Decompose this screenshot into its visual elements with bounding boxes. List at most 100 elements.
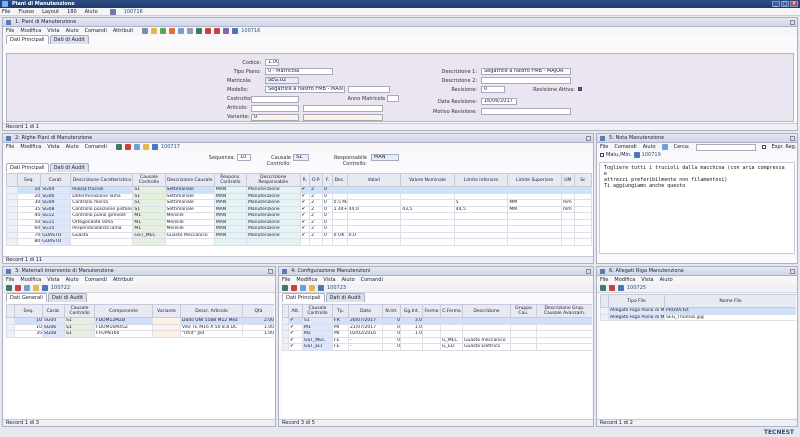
table-cell[interactable] <box>164 238 215 246</box>
maiu-min-checkbox[interactable] <box>600 153 604 157</box>
column-header[interactable]: Sc <box>573 173 592 187</box>
column-header[interactable]: Att. <box>288 304 303 318</box>
column-header[interactable]: UM <box>560 173 575 187</box>
table-cell[interactable]: S1 <box>64 330 95 338</box>
add-icon[interactable] <box>6 285 12 291</box>
undo-icon[interactable] <box>223 28 230 34</box>
filter-icon[interactable] <box>142 144 149 150</box>
panel-maximize-icon[interactable] <box>790 269 795 274</box>
table-cell[interactable] <box>422 343 441 351</box>
link-icon[interactable] <box>151 144 158 150</box>
tab-dati-audit[interactable]: Dati di Audit <box>49 163 89 172</box>
table-row[interactable]: 80 GUASTO <box>6 238 592 246</box>
piani-menu-vista[interactable]: Vista <box>47 28 59 34</box>
tipo-select[interactable]: 0 - Matricola <box>265 68 333 75</box>
table-cell[interactable]: Vite TE M16 X 50 8.8 DC <box>180 323 243 331</box>
tab-dati-principali[interactable]: Dati Principali <box>6 35 49 44</box>
column-header[interactable]: Tp. <box>332 304 349 318</box>
modello-extra-field[interactable] <box>348 86 390 93</box>
materiali-menu-file[interactable]: File <box>6 277 14 283</box>
column-header[interactable]: Seq. <box>14 304 43 318</box>
righe-menu-file[interactable]: File <box>6 144 14 150</box>
delete-icon[interactable] <box>205 28 212 34</box>
panel-maximize-icon[interactable] <box>790 136 795 141</box>
piani-menu-comandi[interactable]: Comandi <box>85 28 107 34</box>
table-cell[interactable]: Allegato Riga Piano di Man <box>608 307 665 315</box>
materiali-menu-aiuto[interactable]: Aiuto <box>66 277 79 283</box>
table-cell[interactable]: Controllo piano girevole <box>70 212 134 220</box>
tab-dati-audit[interactable]: Dati di Audit <box>47 293 88 302</box>
table-cell[interactable] <box>400 238 455 246</box>
righe-menu-modifica[interactable]: Modifica <box>20 144 41 150</box>
save-icon[interactable] <box>178 28 185 34</box>
responsabile-field[interactable]: MAN <box>371 154 399 161</box>
table-cell[interactable]: - <box>348 343 383 351</box>
table-cell[interactable] <box>132 238 166 246</box>
table-cell[interactable] <box>346 238 402 246</box>
column-header[interactable]: R. <box>299 173 311 187</box>
table-cell[interactable] <box>309 238 324 246</box>
righe-menu-comandi[interactable]: Comandi <box>85 144 107 150</box>
menu-aiuto[interactable]: Aiuto <box>85 9 98 15</box>
column-header[interactable]: Descrizione Responsabile <box>245 173 301 187</box>
table-cell[interactable] <box>510 343 537 351</box>
espr-reg-checkbox[interactable] <box>761 145 766 149</box>
home-icon[interactable] <box>109 8 116 15</box>
column-header[interactable]: Gruppo Cau. <box>510 304 537 318</box>
piani-menu-file[interactable]: File <box>6 28 14 34</box>
link-icon[interactable] <box>318 285 324 291</box>
note-menu-aiuto[interactable]: Aiuto <box>643 144 656 150</box>
table-cell[interactable]: Controllo posizione pistone <box>70 205 134 213</box>
materiali-menu-comandi[interactable]: Comandi <box>85 277 107 283</box>
column-header[interactable]: Valore Nominale <box>400 173 455 187</box>
table-cell[interactable] <box>213 238 247 246</box>
table-cell[interactable]: Guasto Meccanico <box>164 231 215 239</box>
column-header[interactable]: Dec. <box>331 173 348 187</box>
column-header[interactable]: Carat. <box>42 304 65 318</box>
righe-menu-vista[interactable]: Vista <box>47 144 59 150</box>
righe-menu-aiuto[interactable]: Aiuto <box>66 144 79 150</box>
menu-layout[interactable]: Layout <box>42 9 59 15</box>
table-cell[interactable] <box>322 238 333 246</box>
link-icon[interactable] <box>42 285 48 291</box>
cerca-input[interactable] <box>695 143 756 151</box>
save-icon[interactable] <box>24 285 30 291</box>
column-header[interactable]: Variante <box>152 304 181 318</box>
table-cell[interactable]: FFOPN160 <box>94 330 153 338</box>
table-row[interactable]: Allegato Riga Piano di Man SEG_Thomas.jpg <box>600 313 796 321</box>
delete-icon[interactable] <box>609 285 615 291</box>
allegati-menu-modifica[interactable]: Modifica <box>614 277 635 283</box>
panel-maximize-icon[interactable] <box>586 136 591 141</box>
tab-dati-audit[interactable]: Dati di Audit <box>325 293 365 302</box>
materiali-menu-modifica[interactable]: Modifica <box>20 277 41 283</box>
table-cell[interactable] <box>573 238 592 246</box>
column-header[interactable]: Causale Controllo <box>302 304 333 318</box>
delete-icon[interactable] <box>124 144 131 150</box>
filter-icon[interactable] <box>309 285 315 291</box>
table-row[interactable]: ✔ GST_ELT FE -0 G_ELT Guasto Elettrico <box>282 343 592 351</box>
table-cell[interactable] <box>299 238 311 246</box>
table-cell[interactable]: 0 <box>382 343 401 351</box>
column-header[interactable]: Data <box>348 304 383 318</box>
table-cell[interactable] <box>152 330 181 338</box>
print-icon[interactable] <box>187 28 194 34</box>
row-handle[interactable] <box>600 313 609 321</box>
column-header[interactable]: Valori <box>346 173 402 187</box>
column-header[interactable]: Seq. <box>16 173 42 187</box>
note-menu-file[interactable]: File <box>600 144 608 150</box>
table-cell[interactable] <box>560 238 575 246</box>
table-cell[interactable]: SG08 <box>42 330 65 338</box>
table-cell[interactable]: ✔ <box>288 343 303 351</box>
table-cell[interactable]: Dado UNI 5588 M12 Mez <box>180 317 243 325</box>
desc2-field[interactable] <box>481 77 571 84</box>
table-cell[interactable]: SEG_Thomas.jpg <box>664 313 796 321</box>
add-icon[interactable] <box>115 144 122 150</box>
table-cell[interactable] <box>70 238 134 246</box>
modello-field[interactable]: Segatrice a nastro FMB - MAXIR <box>265 86 345 93</box>
config-menu-aiuto[interactable]: Aiuto <box>342 277 355 283</box>
piani-menu-modifica[interactable]: Modifica <box>20 28 41 34</box>
column-header[interactable]: Descr. Articolo <box>180 304 243 318</box>
link-icon[interactable] <box>232 28 239 34</box>
variante-desc-field[interactable] <box>303 114 383 121</box>
column-header[interactable]: Fermo <box>422 304 441 318</box>
